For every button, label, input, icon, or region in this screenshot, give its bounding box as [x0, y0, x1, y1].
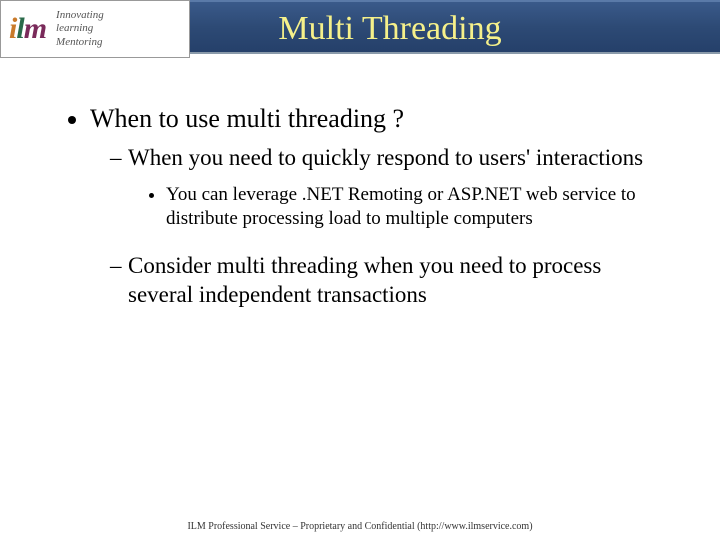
logo-tagline: Innovating learning Mentoring [56, 9, 104, 49]
bullet-l3a-text: You can leverage .NET Remoting or ASP.NE… [166, 184, 636, 230]
logo-letter-m: m [24, 12, 46, 46]
bullet-level2: When you need to quickly respond to user… [110, 144, 670, 232]
bullet-level2: Consider multi threading when you need t… [110, 252, 670, 310]
bullet-l1-text: When to use multi threading ? [90, 104, 404, 133]
logo-mark: ilm [9, 12, 46, 46]
logo-letter-i: i [9, 12, 16, 46]
bullet-l2b-text: Consider multi threading when you need t… [128, 253, 601, 307]
bullet-l2a-text: When you need to quickly respond to user… [128, 145, 643, 170]
tagline-line2: learning [56, 22, 104, 35]
tagline-line3: Mentoring [56, 36, 104, 49]
bullet-level3: You can leverage .NET Remoting or ASP.NE… [166, 183, 670, 232]
tagline-line1: Innovating [56, 9, 104, 22]
logo-box: ilm Innovating learning Mentoring [0, 0, 190, 58]
title-bar: ilm Innovating learning Mentoring Multi … [0, 0, 720, 54]
logo-letter-l: l [16, 12, 23, 46]
footer-text: ILM Professional Service – Proprietary a… [0, 521, 720, 532]
slide-content: When to use multi threading ? When you n… [0, 54, 720, 310]
bullet-level1: When to use multi threading ? When you n… [90, 104, 670, 310]
